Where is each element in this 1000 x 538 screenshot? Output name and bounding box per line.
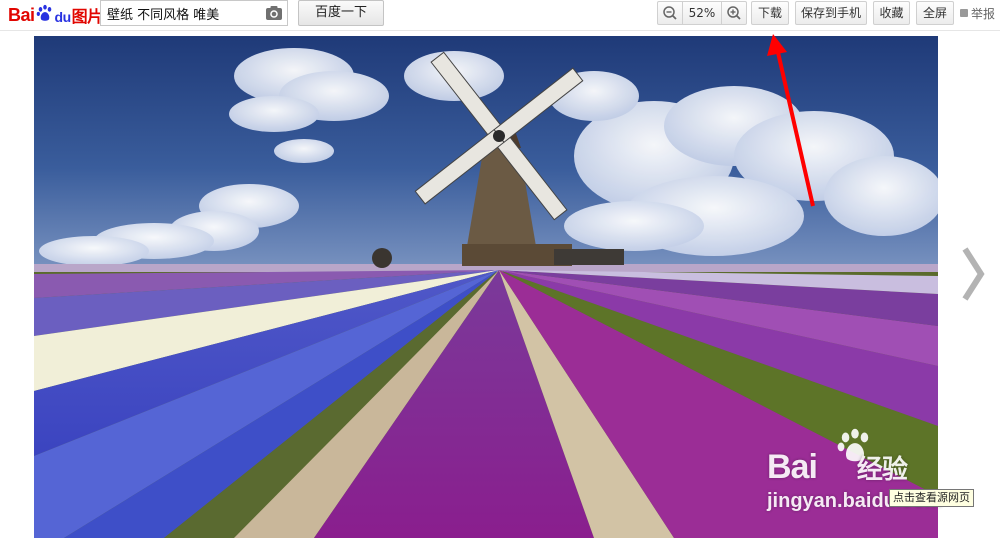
watermark-brand-end: 经验 — [856, 455, 908, 485]
top-toolbar: Bai du 图片 百度一下 52% — [0, 0, 1000, 31]
source-page-tooltip: 点击查看源网页 — [889, 489, 974, 507]
fullscreen-button[interactable]: 全屏 — [916, 1, 954, 25]
search-input[interactable] — [101, 1, 261, 25]
download-button[interactable]: 下载 — [751, 1, 789, 25]
baidu-image-logo[interactable]: Bai du 图片 — [8, 2, 103, 28]
zoom-out-icon — [663, 6, 677, 20]
favorite-button[interactable]: 收藏 — [873, 1, 910, 25]
camera-icon[interactable] — [265, 4, 283, 22]
zoom-in-icon — [727, 6, 741, 20]
save-to-phone-button[interactable]: 保存到手机 — [795, 1, 867, 25]
zoom-out-button[interactable] — [658, 2, 683, 24]
logo-du-text: du — [54, 9, 72, 25]
watermark-brand-start: Bai — [767, 448, 818, 486]
logo-bai-text: Bai — [8, 4, 35, 25]
zoom-in-button[interactable] — [721, 2, 746, 24]
zoom-control: 52% — [657, 1, 747, 25]
search-box — [100, 0, 288, 26]
next-arrow-icon[interactable] — [955, 245, 987, 303]
logo-tupian-text: 图片 — [71, 7, 104, 26]
zoom-level: 52% — [688, 6, 716, 20]
report-link[interactable]: 举报 — [960, 4, 995, 22]
search-button[interactable]: 百度一下 — [298, 0, 384, 26]
report-flag-icon — [960, 9, 968, 17]
report-label: 举报 — [971, 6, 996, 21]
baidu-paw-icon — [36, 4, 51, 21]
watermark-brand: Bai 经验 — [767, 448, 908, 487]
